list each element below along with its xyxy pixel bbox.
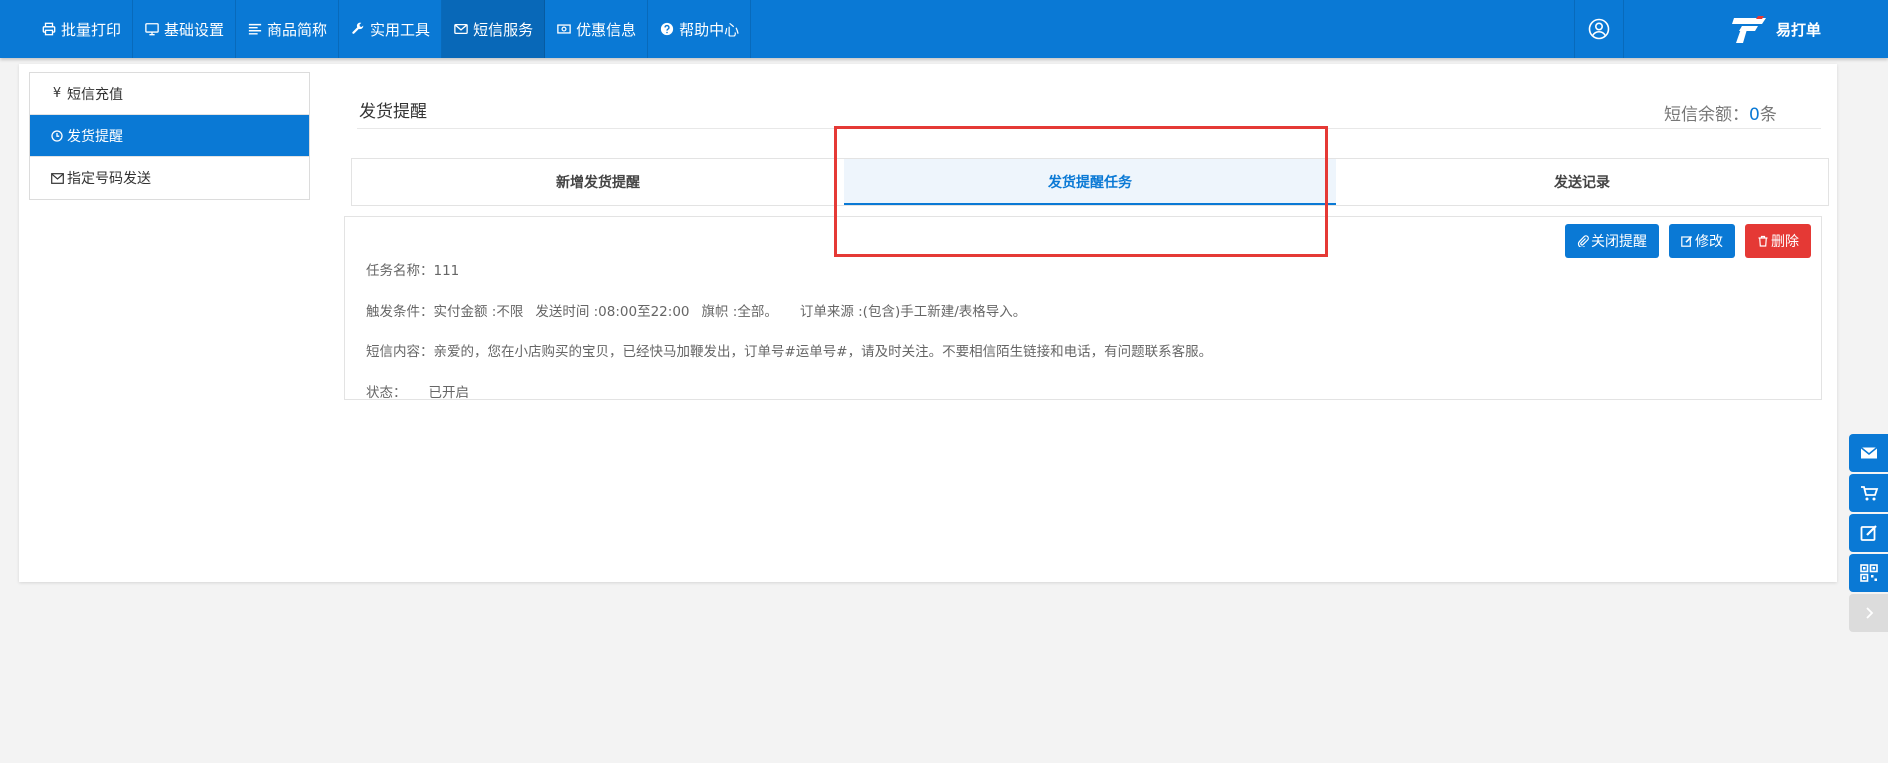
paperclip-icon (1577, 235, 1589, 247)
sidebar-item-sms-recharge[interactable]: ¥ 短信充值 (30, 73, 309, 115)
sms-content-value: 亲爱的，您在小店购买的宝贝，已经快马加鞭发出，订单号#运单号#，请及时关注。不要… (433, 344, 1213, 360)
wrench-icon (350, 21, 366, 37)
status-row: 状态： 已开启 (366, 381, 469, 401)
nav-item-label: 优惠信息 (576, 20, 637, 39)
trigger-amount: 实付金额 :不限 (433, 304, 524, 320)
sidebar-item-shipping-reminder[interactable]: 发货提醒 (30, 115, 309, 157)
task-name-row: 任务名称：111 (366, 259, 459, 279)
trigger-label: 触发条件： (366, 304, 434, 320)
sms-balance: 短信余额：0条 (1664, 100, 1777, 125)
sidebar-item-send-to-number[interactable]: 指定号码发送 (30, 157, 309, 199)
nav-item-tools[interactable]: 实用工具 (339, 0, 443, 58)
edit-icon (1860, 525, 1877, 541)
nav-item-label: 基础设置 (164, 20, 225, 39)
nav-item-label: 商品简称 (267, 20, 328, 39)
tab-add-reminder[interactable]: 新增发货提醒 (352, 159, 844, 205)
nav-item-batch-print[interactable]: 批量打印 (30, 0, 134, 58)
cart-float-button[interactable] (1849, 474, 1888, 512)
task-name-label: 任务名称： (366, 263, 434, 279)
nav-item-label: 短信服务 (473, 20, 534, 39)
nav-item-label: 批量打印 (61, 20, 122, 39)
tab-send-records[interactable]: 发送记录 (1336, 159, 1828, 205)
user-icon (1588, 18, 1610, 40)
floating-toolbar (1849, 434, 1888, 634)
button-label: 关闭提醒 (1591, 234, 1647, 250)
button-label: 修改 (1695, 234, 1723, 250)
brand-logo: 易打单 (1728, 14, 1821, 44)
message-float-button[interactable] (1849, 434, 1888, 472)
clock-icon (50, 129, 64, 142)
trash-icon (1758, 235, 1768, 247)
sidebar-item-label: 短信充值 (67, 86, 123, 103)
main-nav: 批量打印 基础设置 商品简称 实用工具 短信服务 优惠信息 帮助中心 (30, 0, 752, 58)
sidebar-item-label: 指定号码发送 (67, 171, 151, 187)
nav-item-promotions[interactable]: 优惠信息 (545, 0, 649, 58)
chevron-right-icon (1865, 607, 1873, 619)
balance-value: 0 (1749, 105, 1760, 125)
status-value: 已开启 (428, 385, 470, 401)
nav-item-sms-service[interactable]: 短信服务 (442, 0, 546, 58)
yen-icon: ¥ (52, 86, 62, 101)
balance-label: 短信余额： (1664, 105, 1749, 125)
sms-content-label: 短信内容： (366, 344, 434, 360)
nav-item-label: 帮助中心 (679, 20, 740, 39)
brand-name: 易打单 (1776, 20, 1822, 39)
trigger-condition-row: 触发条件：实付金额 :不限 发送时间 :08:00至22:00 旗帜 :全部。 订单来… (366, 300, 1026, 320)
balance-unit: 条 (1759, 105, 1777, 125)
nav-item-label: 实用工具 (370, 20, 431, 39)
close-reminder-button[interactable]: 关闭提醒 (1565, 224, 1659, 258)
sms-content-row: 短信内容：亲爱的，您在小店购买的宝贝，已经快马加鞭发出，订单号#运单号#，请及时… (366, 340, 1212, 360)
task-actions: 关闭提醒 修改 删除 (1565, 224, 1811, 258)
top-navbar: 批量打印 基础设置 商品简称 实用工具 短信服务 优惠信息 帮助中心 易打单 (0, 0, 1888, 58)
envelope-icon (453, 21, 469, 37)
nav-item-basic-settings[interactable]: 基础设置 (133, 0, 237, 58)
sidebar: ¥ 短信充值 发货提醒 指定号码发送 (29, 72, 310, 200)
monitor-icon (144, 21, 160, 37)
printer-icon (41, 21, 57, 37)
task-name-value: 111 (433, 263, 460, 279)
page-title: 发货提醒 (359, 102, 427, 122)
list-icon (247, 21, 263, 37)
status-label: 状态： (366, 385, 407, 401)
edit-icon (1681, 236, 1693, 247)
trigger-time: 发送时间 :08:00至22:00 (535, 304, 690, 320)
qrcode-float-button[interactable] (1849, 554, 1888, 592)
sidebar-item-label: 发货提醒 (67, 128, 123, 145)
trigger-source: 订单来源 :(包含)手工新建/表格导入。 (799, 304, 1027, 320)
money-icon (556, 21, 572, 37)
collapse-float-button[interactable] (1849, 594, 1888, 632)
highlight-box (834, 126, 1328, 257)
qrcode-icon (1859, 564, 1878, 582)
logo-mark-icon (1732, 16, 1766, 43)
envelope-icon (50, 172, 64, 184)
nav-item-product-abbr[interactable]: 商品简称 (236, 0, 340, 58)
nav-item-help-center[interactable]: 帮助中心 (648, 0, 752, 58)
button-label: 删除 (1771, 234, 1799, 250)
cart-icon (1860, 486, 1878, 501)
envelope-icon (1860, 446, 1877, 459)
question-icon (659, 21, 675, 37)
delete-button[interactable]: 删除 (1745, 224, 1811, 258)
user-account-button[interactable] (1574, 0, 1624, 58)
edit-button[interactable]: 修改 (1669, 224, 1735, 258)
trigger-flag: 旗帜 :全部。 (701, 304, 778, 320)
edit-float-button[interactable] (1849, 514, 1888, 552)
